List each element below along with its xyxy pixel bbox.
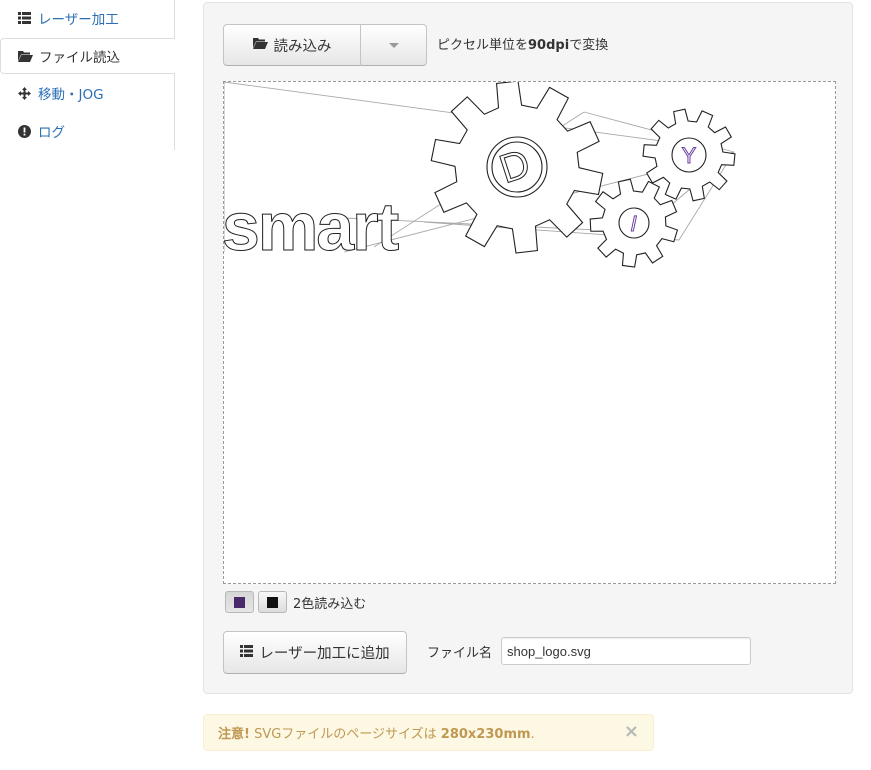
- dpi-note-suffix: で変換: [569, 38, 609, 53]
- color-toggle-black[interactable]: [258, 591, 287, 613]
- close-icon[interactable]: ×: [624, 723, 639, 741]
- dpi-note-prefix: ピクセル単位を: [437, 38, 529, 53]
- sidebar-item-move-jog[interactable]: 移動・JOG: [0, 74, 175, 112]
- svg-preview-drawing: D Y I smart: [224, 82, 736, 268]
- alert-strong: 注意!: [218, 727, 250, 742]
- two-color-load-label: 2色読み込む: [293, 596, 367, 612]
- load-dropdown-toggle[interactable]: [361, 24, 427, 66]
- sidebar: レーザー加工 ファイル読込 移動・JOG ログ: [0, 0, 175, 150]
- alert-message: 注意! SVGファイルのページサイズは 280x230mm.: [218, 723, 535, 742]
- list-icon: [16, 12, 32, 24]
- alert-text: SVGファイルのページサイズは: [249, 727, 441, 742]
- sidebar-item-file-load[interactable]: ファイル読込: [0, 38, 175, 74]
- caret-down-icon: [388, 42, 399, 48]
- purple-swatch: [234, 596, 245, 608]
- gear-small-i: I: [589, 178, 679, 268]
- color-toggle-purple[interactable]: [225, 591, 254, 613]
- gear-letter-y: Y: [682, 143, 697, 168]
- file-load-panel: 読み込み ピクセル単位を90dpiで変換 D Y I smart 2色読み込む …: [203, 2, 853, 694]
- sidebar-item-label: ファイル読込: [39, 50, 120, 66]
- dpi-note: ピクセル単位を90dpiで変換: [437, 34, 608, 53]
- move-arrows-icon: [16, 86, 32, 100]
- color-selector: 2色読み込む: [225, 591, 366, 613]
- filename-label: ファイル名: [427, 646, 493, 661]
- exclamation-circle-icon: [16, 124, 32, 138]
- sidebar-item-log[interactable]: ログ: [0, 112, 175, 150]
- folder-open-icon: [252, 37, 268, 53]
- gear-large: D: [430, 82, 604, 254]
- filename-input[interactable]: [501, 637, 751, 665]
- warning-alert: 注意! SVGファイルのページサイズは 280x230mm. ×: [203, 714, 654, 751]
- black-swatch: [267, 596, 278, 608]
- load-button[interactable]: 読み込み: [223, 24, 361, 66]
- logo-text-smart: smart: [224, 189, 399, 265]
- sidebar-item-label: レーザー加工: [38, 12, 119, 28]
- load-button-group: 読み込み: [223, 24, 427, 66]
- sidebar-item-label: ログ: [38, 125, 65, 141]
- list-icon: [240, 644, 254, 661]
- add-to-laser-button-label: レーザー加工に追加: [259, 646, 390, 662]
- sidebar-item-laser-processing[interactable]: レーザー加工: [0, 0, 175, 38]
- sidebar-item-label: 移動・JOG: [38, 87, 104, 103]
- folder-open-icon: [17, 50, 33, 62]
- alert-page-size: 280x230mm: [440, 727, 531, 742]
- load-button-label: 読み込み: [273, 38, 332, 55]
- alert-tail: .: [530, 727, 535, 742]
- dpi-value: 90dpi: [528, 38, 570, 53]
- svg-preview-canvas[interactable]: D Y I smart: [223, 81, 836, 584]
- add-to-laser-button[interactable]: レーザー加工に追加: [223, 631, 407, 674]
